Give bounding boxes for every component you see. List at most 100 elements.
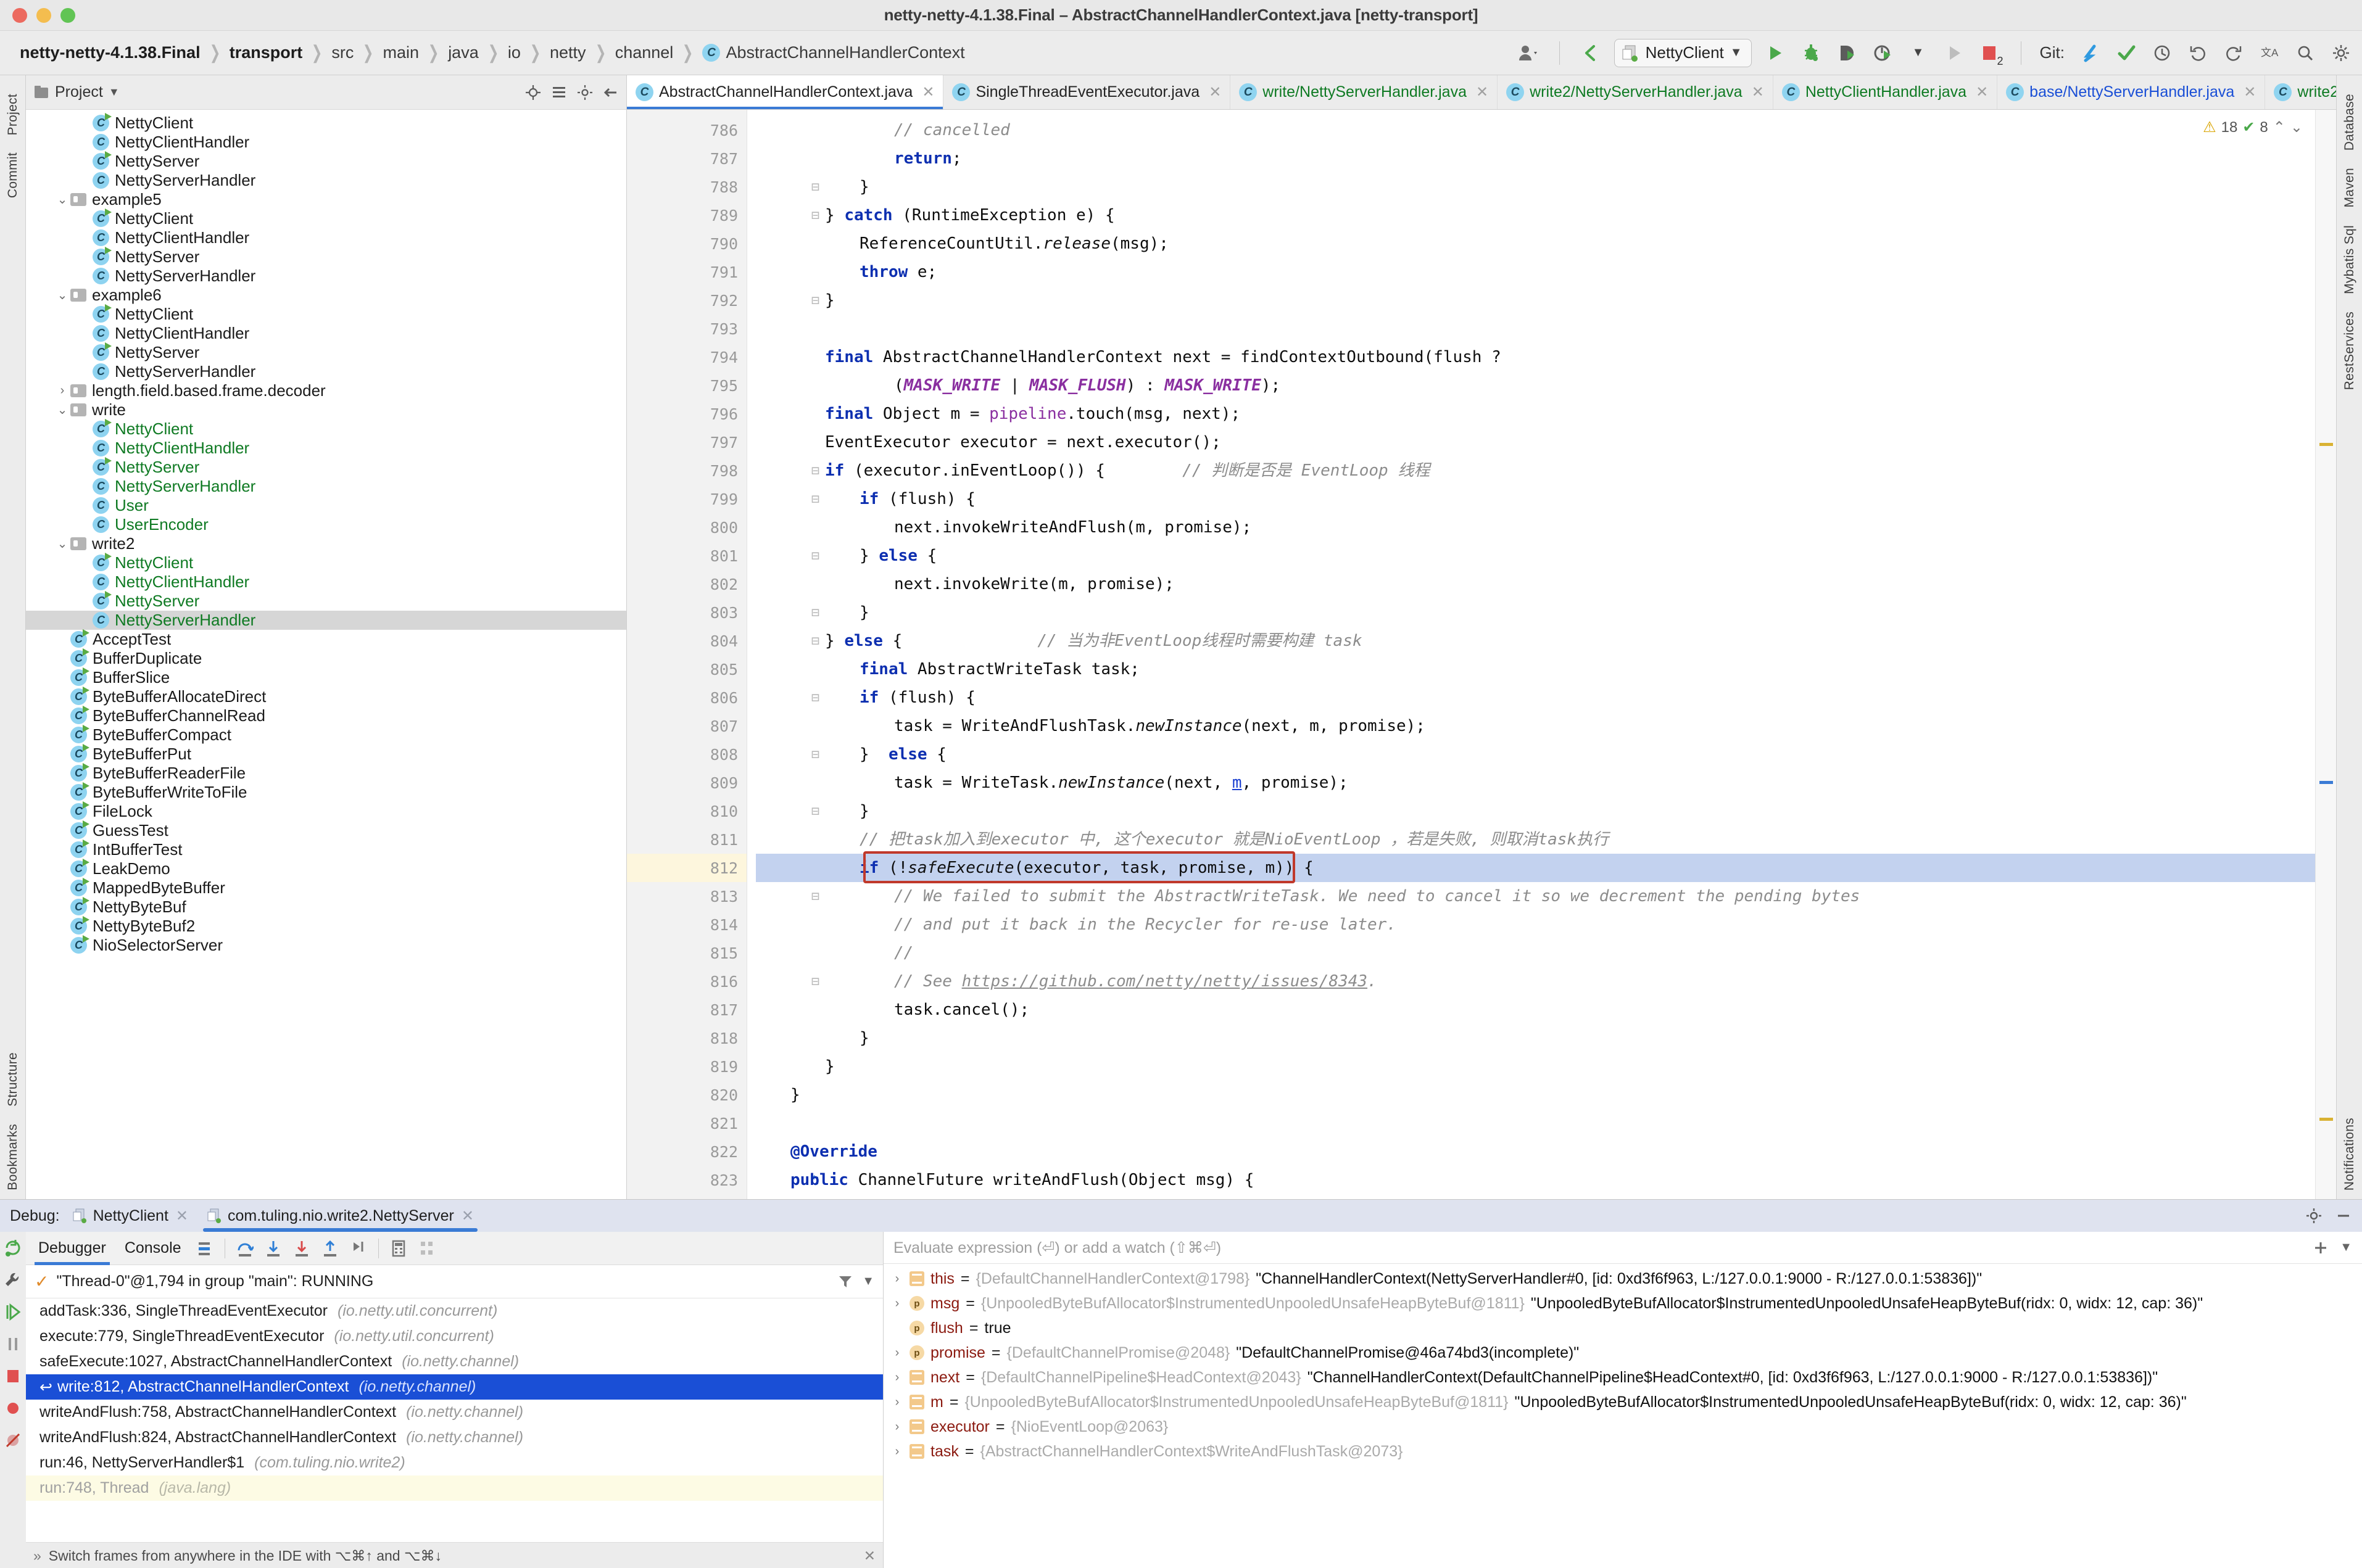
chevron-down-icon[interactable]: ▼ [862,1274,874,1289]
add-watch-icon[interactable] [2313,1240,2329,1256]
thread-selector[interactable]: ✓ "Thread-0"@1,794 in group "main": RUNN… [26,1265,883,1298]
tree-class-row[interactable]: C FileLock [26,801,626,821]
tree-class-row[interactable]: C NettyClientHandler [26,324,626,343]
step-out-icon[interactable] [321,1239,339,1258]
strip-tab-database[interactable]: Database [2341,85,2358,159]
code-line[interactable]: // 把task加入到executor 中, 这个executor 就是NioE… [756,825,2336,854]
tree-class-row[interactable]: C NioSelectorServer [26,935,626,955]
variable-row[interactable]: › m = {UnpooledByteBufAllocator$Instrumen… [884,1390,2362,1414]
chevron-right-icon[interactable]: › [891,1371,903,1385]
chevron-down-icon[interactable]: ▼ [109,86,120,99]
gutter-line-number[interactable]: 816 ⊟ [627,967,819,996]
code-line[interactable]: // cancelled [756,116,2336,144]
tree-class-row[interactable]: C UserEncoder [26,515,626,534]
gutter-line-number[interactable]: 819 [627,1052,747,1081]
close-icon[interactable]: ✕ [1752,83,1764,101]
code-line[interactable]: ReferenceCountUtil.release(msg); [756,229,2336,258]
evaluate-expression-bar[interactable]: Evaluate expression (⏎) or add a watch (… [884,1232,2362,1264]
step-over-icon[interactable] [236,1239,254,1258]
code-line[interactable]: } [756,286,2336,315]
gutter-line-number[interactable]: 792 ⊟ [627,286,819,315]
chevron-right-icon[interactable]: › [891,1420,903,1434]
editor-tab[interactable]: Cwrite2/N✕ [2265,75,2336,109]
tree-class-row[interactable]: C ByteBufferAllocateDirect [26,687,626,706]
gutter-line-number[interactable]: 799 ⊟ [627,485,819,513]
tree-class-row[interactable]: C NettyServer [26,591,626,611]
frame-row[interactable]: addTask:336, SingleThreadEventExecutor (i… [26,1298,883,1324]
tree-folder-row[interactable]: ⌄ write [26,400,626,419]
editor-gutter[interactable]: 786 787 788 ⊟ 789 ⊟ 790 791 792 ⊟ 793 794 795 796 797 7… [627,110,819,1199]
tree-class-row[interactable]: C ByteBufferCompact [26,725,626,745]
tree-class-row[interactable]: C ByteBufferReaderFile [26,763,626,783]
debug-icon[interactable] [1799,41,1823,65]
breadcrumb-item-main[interactable]: main [379,43,423,62]
tree-class-row[interactable]: C NettyServerHandler [26,171,626,190]
chevron-down-icon[interactable]: ⌄ [54,402,70,418]
code-line[interactable]: } [756,173,2336,201]
code-line[interactable]: if (!safeExecute(executor, task, promise… [756,851,2336,883]
gutter-line-number[interactable]: 808 ⊟ [627,740,819,769]
breadcrumb-item-io[interactable]: io [504,43,524,62]
frame-row[interactable]: writeAndFlush:824, AbstractChannelHandle… [26,1425,883,1450]
tab-debugger[interactable]: Debugger [35,1232,110,1265]
tree-class-row[interactable]: C NettyByteBuf [26,897,626,917]
chevron-down-icon[interactable]: ▼ [1730,46,1742,60]
chevron-down-icon[interactable]: ⌄ [54,287,70,303]
run-configuration-selector[interactable]: NettyClient ▼ [1614,38,1752,67]
gutter-line-number[interactable]: 811 [627,825,747,854]
gutter-line-number[interactable]: 789 ⊟ [627,201,819,229]
tree-class-row[interactable]: C NettyClient [26,304,626,324]
frame-row[interactable]: safeExecute:1027, AbstractChannelHandler… [26,1349,883,1374]
run-to-cursor-icon[interactable] [350,1239,367,1258]
close-icon[interactable]: ✕ [462,1207,474,1225]
gear-icon[interactable] [2329,41,2353,65]
breadcrumb-item-file[interactable]: C AbstractChannelHandlerContext [698,43,968,62]
editor-tab[interactable]: C SingleThreadEventExecutor.java ✕ [943,75,1231,109]
breadcrumb[interactable]: netty-netty-4.1.38.Final ❯ transport ❯ s… [16,42,969,64]
gutter-line-number[interactable]: 803 ⊟ [627,598,819,627]
code-line[interactable]: throw e; [756,258,2336,286]
code-line[interactable]: final AbstractWriteTask task; [756,655,2336,683]
chevron-down-icon[interactable]: ⌄ [54,192,70,207]
strip-tab-mybatis-sql[interactable]: Mybatis Sql [2341,217,2358,303]
editor-tab[interactable]: Cwrite/NettyServerHandler.java ✕ [1230,75,1498,109]
gutter-line-number[interactable]: 788 ⊟ [627,173,819,201]
code-line[interactable]: task = WriteTask.newInstance(next, m, pr… [756,769,2336,797]
tree-class-row[interactable]: C NettyServer [26,457,626,477]
editor-tab[interactable]: C AbstractChannelHandlerContext.java ✕ [627,75,944,109]
undo-icon[interactable] [1578,41,1603,65]
breadcrumb-item-src[interactable]: src [328,43,357,62]
gutter-line-number[interactable]: 794 [627,343,747,371]
code-line[interactable]: } [756,1081,2336,1109]
code-line[interactable]: EventExecutor executor = next.executor()… [756,428,2336,456]
gutter-line-number[interactable]: 805 [627,655,747,683]
strip-tab-notifications[interactable]: Notifications [2341,1109,2358,1199]
close-icon[interactable]: ✕ [864,1548,876,1564]
user-avatar-icon[interactable] [1516,41,1541,65]
chevron-down-icon[interactable]: ⌄ [2290,118,2303,136]
gutter-line-number[interactable]: 809 [627,769,747,797]
run-icon[interactable] [1763,41,1788,65]
close-icon[interactable]: ✕ [1209,83,1221,101]
editor-tab-bar[interactable]: C AbstractChannelHandlerContext.java ✕ C Sin… [627,75,2336,110]
gutter-line-number[interactable]: 820 [627,1081,747,1109]
chevron-up-icon[interactable]: ⌃ [2273,118,2285,136]
code-line[interactable] [756,315,2336,343]
code-line[interactable]: if (flush) { [756,485,2336,513]
tab-console[interactable]: Console [121,1232,185,1265]
tree-class-row[interactable]: C NettyClientHandler [26,133,626,152]
close-icon[interactable]: ✕ [1476,83,1488,101]
code-line[interactable]: final Object m = pipeline.touch(msg, nex… [756,400,2336,428]
editor-code-text[interactable]: // cancelled return;}} catch (RuntimeExce… [747,110,2336,1199]
gutter-line-number[interactable]: 800 [627,513,747,542]
close-icon[interactable]: ✕ [1976,83,1988,101]
variable-row[interactable]: › p promise = {DefaultChannelPromise@2048}… [884,1340,2362,1365]
editor-tab[interactable]: Cbase/NettyServerHandler.java ✕ [1997,75,2266,109]
tree-class-row[interactable]: C NettyClient [26,419,626,439]
code-line[interactable]: task.cancel(); [756,996,2336,1024]
hide-icon[interactable] [603,85,619,101]
tree-class-row[interactable]: C ByteBufferPut [26,744,626,764]
variable-row[interactable]: p flush = true [884,1316,2362,1340]
breadcrumb-item-module[interactable]: transport [226,43,307,62]
editor-marker-track[interactable] [2315,110,2336,1199]
